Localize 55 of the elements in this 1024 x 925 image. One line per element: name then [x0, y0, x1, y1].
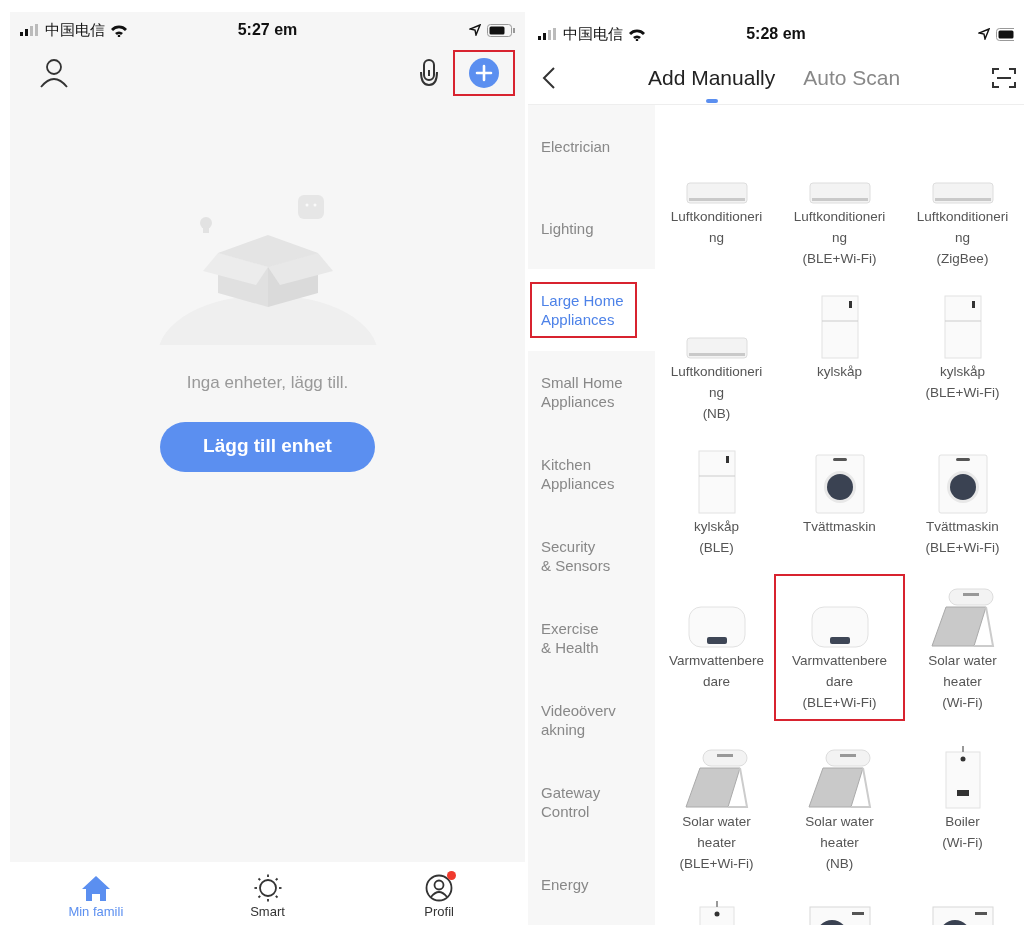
solar-water-heater-icon: [684, 749, 749, 809]
wifi-icon: [628, 27, 646, 41]
air-conditioner-icon: [931, 182, 994, 204]
solar-water-heater-icon: [807, 749, 872, 809]
signal-icon: [20, 24, 40, 36]
solar-water-heater-icon: [930, 588, 995, 648]
water-heater-icon: [687, 606, 746, 648]
location-arrow-icon: [978, 28, 990, 40]
carrier-name: 中国电信: [45, 19, 105, 40]
device-item[interactable]: Luftkonditioneri ng (NB): [655, 285, 778, 426]
fridge-icon: [820, 295, 859, 359]
battery-icon: [996, 27, 1014, 41]
fridge-icon: [943, 295, 982, 359]
device-item[interactable]: Luftkonditioneri ng: [655, 130, 778, 271]
device-item[interactable]: kylskåp: [778, 285, 901, 426]
washing-machine-icon: [814, 454, 865, 514]
device-item[interactable]: kylskåp (BLE): [655, 440, 778, 560]
device-item[interactable]: Solar water heater (NB): [778, 735, 901, 876]
add-button[interactable]: [453, 50, 515, 96]
header-tab[interactable]: Add Manually: [648, 62, 776, 103]
back-icon[interactable]: [542, 66, 556, 90]
status-time: 5:28 em: [746, 24, 806, 44]
tab-bar-item[interactable]: Smart: [181, 874, 354, 919]
plus-icon: [469, 58, 499, 88]
battery-icon: [487, 23, 515, 37]
sun-icon: [253, 874, 282, 902]
boiler-icon: [944, 745, 981, 809]
wifi-icon: [110, 23, 128, 37]
header-tab[interactable]: Auto Scan: [803, 62, 901, 103]
home-icon: [81, 874, 110, 902]
status-time: 5:27 em: [237, 20, 298, 40]
device-item[interactable]: Varmvattenbere dare (BLE+Wi-Fi): [774, 574, 905, 721]
location-arrow-icon: [469, 24, 481, 36]
device-item[interactable]: Tvättmaskin: [778, 440, 901, 560]
water-heater-icon: [810, 606, 869, 648]
category-item[interactable]: Large Home Appliances: [528, 269, 655, 351]
empty-message: Inga enheter, lägg till.: [186, 372, 349, 394]
device-item[interactable]: Luftkonditioneri ng (ZigBee): [901, 130, 1024, 271]
device-item[interactable]: Boiler (Wi-Fi): [901, 735, 1024, 876]
air-conditioner-icon: [685, 337, 748, 359]
washing-machine-icon: [937, 454, 988, 514]
microphone-icon[interactable]: [419, 58, 439, 88]
fridge-icon: [697, 450, 736, 514]
air-conditioner-icon: [808, 182, 871, 204]
signal-icon: [538, 28, 558, 40]
device-item[interactable]: Luftkonditioneri ng (BLE+Wi-Fi): [778, 130, 901, 271]
scan-icon[interactable]: [992, 67, 1016, 89]
device-item[interactable]: Tvättmaskin (BLE+Wi-Fi): [901, 440, 1024, 560]
device-item[interactable]: kylskåp (BLE+Wi-Fi): [901, 285, 1024, 426]
carrier-name: 中国电信: [563, 23, 623, 44]
profile-icon: [425, 874, 454, 902]
air-conditioner-icon: [685, 182, 748, 204]
profile-icon[interactable]: [38, 57, 70, 89]
tab-bar-item[interactable]: Profil: [353, 874, 525, 919]
device-item[interactable]: Solar water heater (BLE+Wi-Fi): [655, 735, 778, 876]
